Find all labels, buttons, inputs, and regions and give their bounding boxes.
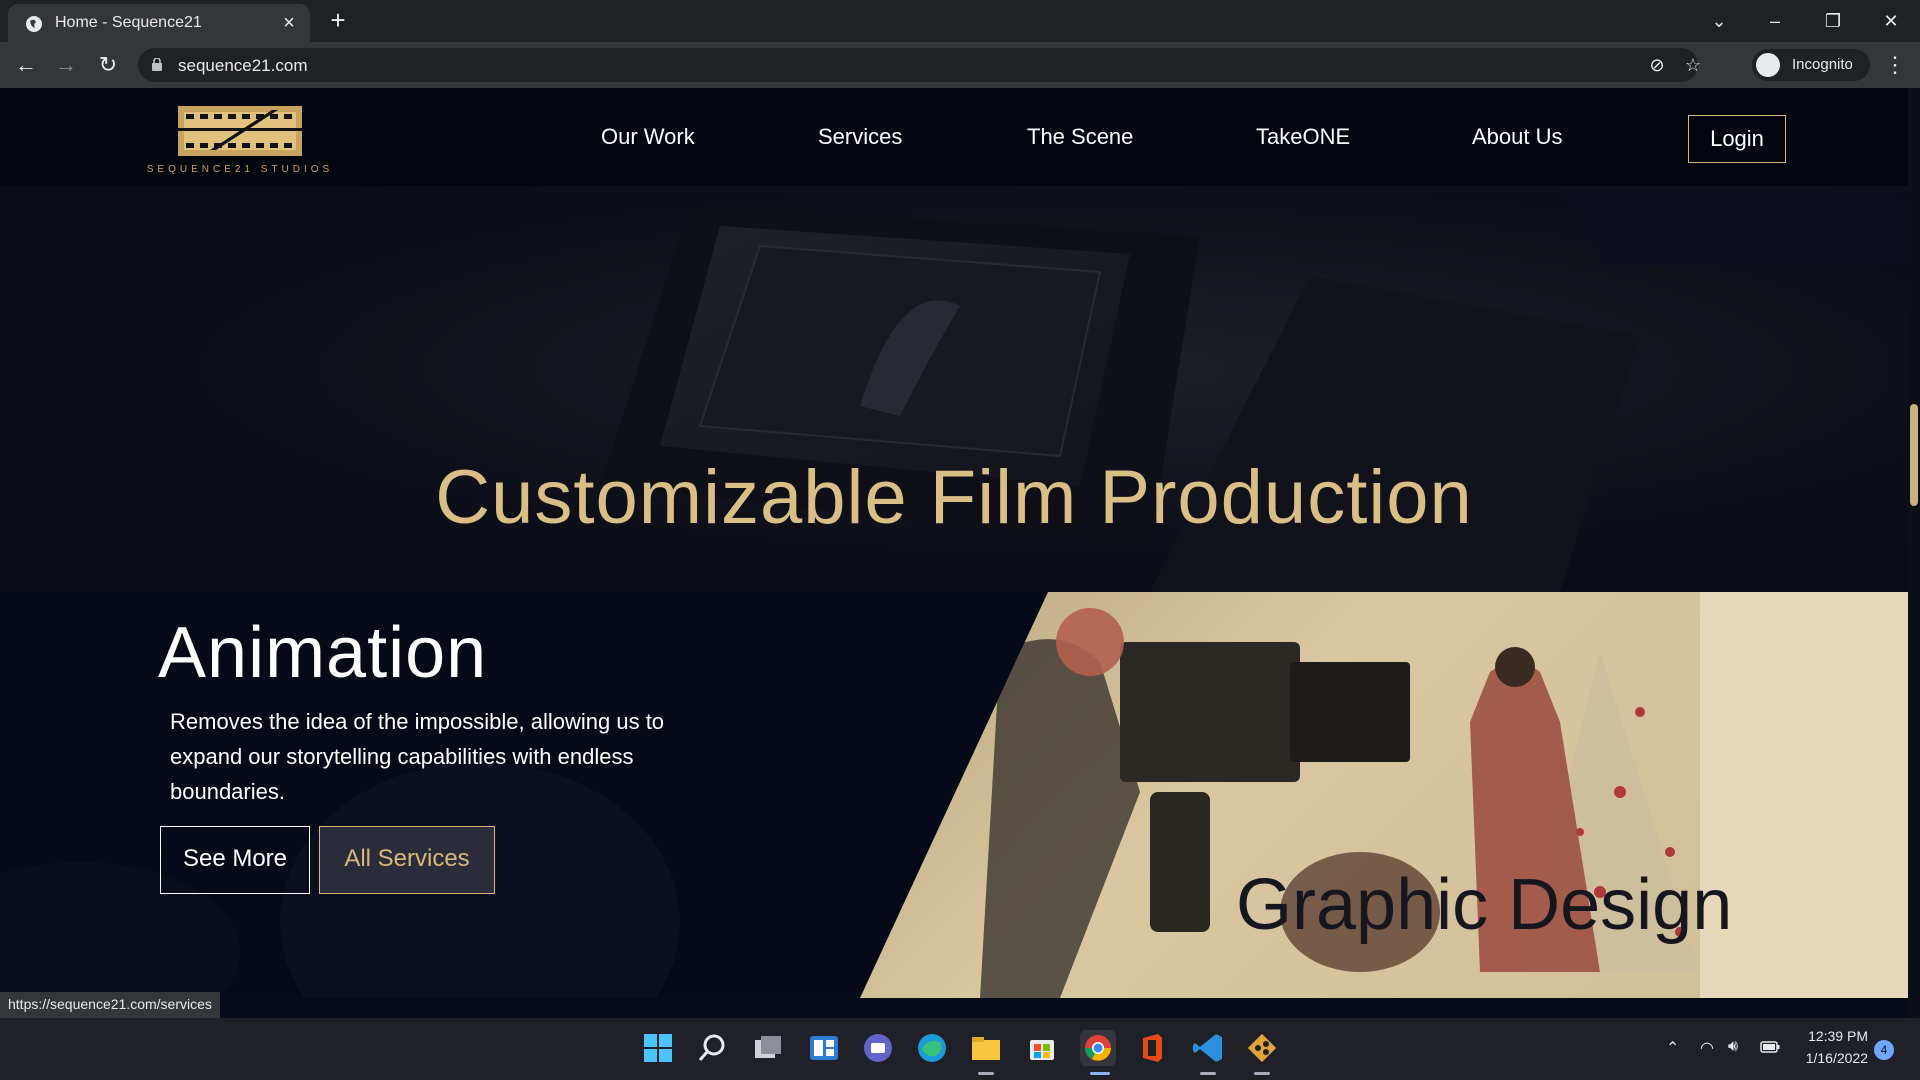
chrome-running-indicator [1090,1072,1110,1075]
nav-takeone[interactable]: TakeONE [1256,124,1350,150]
globe-icon [26,16,42,32]
volume-icon[interactable]: 🔊︎ [1728,1038,1738,1056]
lock-icon [152,58,162,71]
git-running-indicator [1254,1072,1270,1075]
url-text: sequence21.com [178,56,308,75]
restore-icon[interactable]: ❐ [1810,6,1856,36]
tracking-blocked-icon[interactable]: ⊘ [1646,54,1668,76]
widgets-icon[interactable] [806,1030,842,1066]
nav-about-us[interactable]: About Us [1472,124,1563,150]
profile-label: Incognito [1792,56,1853,73]
hero-section: Customizable Film Production [0,186,1908,592]
windows-start-icon[interactable] [640,1030,676,1066]
windows-taskbar: ⌃ ◠ 🔊︎ 12:39 PM 1/16/2022 4 [0,1018,1920,1080]
login-button[interactable]: Login [1688,115,1786,163]
explorer-running-indicator [978,1072,994,1075]
nav-the-scene[interactable]: The Scene [1027,124,1133,150]
link-status-bubble: https://sequence21.com/services [0,992,220,1018]
task-view-icon[interactable] [750,1030,786,1066]
bookmark-star-icon[interactable]: ☆ [1682,54,1704,76]
battery-icon[interactable] [1760,1040,1780,1054]
file-explorer-icon[interactable] [968,1030,1004,1066]
animation-description: Removes the idea of the impossible, allo… [170,709,665,804]
address-bar[interactable]: sequence21.com ⊘ ☆ [138,48,1701,82]
browser-tab[interactable]: Home - Sequence21 × [8,4,310,42]
reload-icon[interactable]: ↻ [94,51,122,79]
clock-time[interactable]: 12:39 PM [1800,1028,1868,1044]
back-icon[interactable]: ← [12,51,40,79]
notification-badge[interactable]: 4 [1874,1040,1894,1060]
vscode-running-indicator [1200,1072,1216,1075]
site-logo[interactable]: SEQUENCE21 STUDIOS [140,102,340,175]
teams-chat-icon[interactable] [860,1030,896,1066]
tab-title: Home - Sequence21 [55,14,202,31]
wifi-icon[interactable]: ◠ [1700,1038,1714,1058]
show-hidden-icons-icon[interactable]: ⌃ [1666,1038,1679,1058]
clock-date[interactable]: 1/16/2022 [1796,1050,1868,1066]
search-icon[interactable] [694,1030,730,1066]
web-page: SEQUENCE21 STUDIOS Our Work Services The… [0,88,1920,1018]
vscode-icon[interactable] [1190,1030,1226,1066]
logo-text: SEQUENCE21 STUDIOS [146,164,334,175]
minimize-icon[interactable]: – [1752,6,1798,36]
close-tab-icon[interactable]: × [278,12,300,34]
animation-heading: Animation [158,613,488,693]
incognito-profile[interactable]: Incognito [1752,49,1870,81]
scrollbar-thumb[interactable] [1910,404,1918,506]
incognito-icon [1756,53,1780,77]
browser-toolbar: ← → ↻ sequence21.com ⊘ ☆ Incognito ⋮ [0,42,1920,88]
new-tab-icon[interactable]: + [324,6,352,34]
tab-strip: Home - Sequence21 × + ⌄ – ❐ ✕ [0,0,1920,42]
nav-our-work[interactable]: Our Work [601,124,695,150]
edge-icon[interactable] [914,1030,950,1066]
browser-menu-icon[interactable]: ⋮ [1884,51,1906,79]
microsoft-store-icon[interactable] [1024,1030,1060,1066]
tab-search-icon[interactable]: ⌄ [1696,6,1742,36]
see-more-button[interactable]: See More [160,826,310,894]
page-scrollbar[interactable] [1908,88,1920,1018]
git-icon[interactable] [1244,1030,1280,1066]
office-icon[interactable] [1134,1030,1170,1066]
film-strip-logo [178,106,302,156]
close-window-icon[interactable]: ✕ [1868,6,1914,36]
forward-icon[interactable]: → [52,51,80,79]
all-services-button[interactable]: All Services [319,826,495,894]
chrome-icon[interactable] [1080,1030,1116,1066]
graphic-design-heading: Graphic Design [1236,865,1733,945]
site-header: SEQUENCE21 STUDIOS Our Work Services The… [0,88,1908,186]
nav-services[interactable]: Services [818,124,902,150]
hero-title: Customizable Film Production [435,455,1473,540]
